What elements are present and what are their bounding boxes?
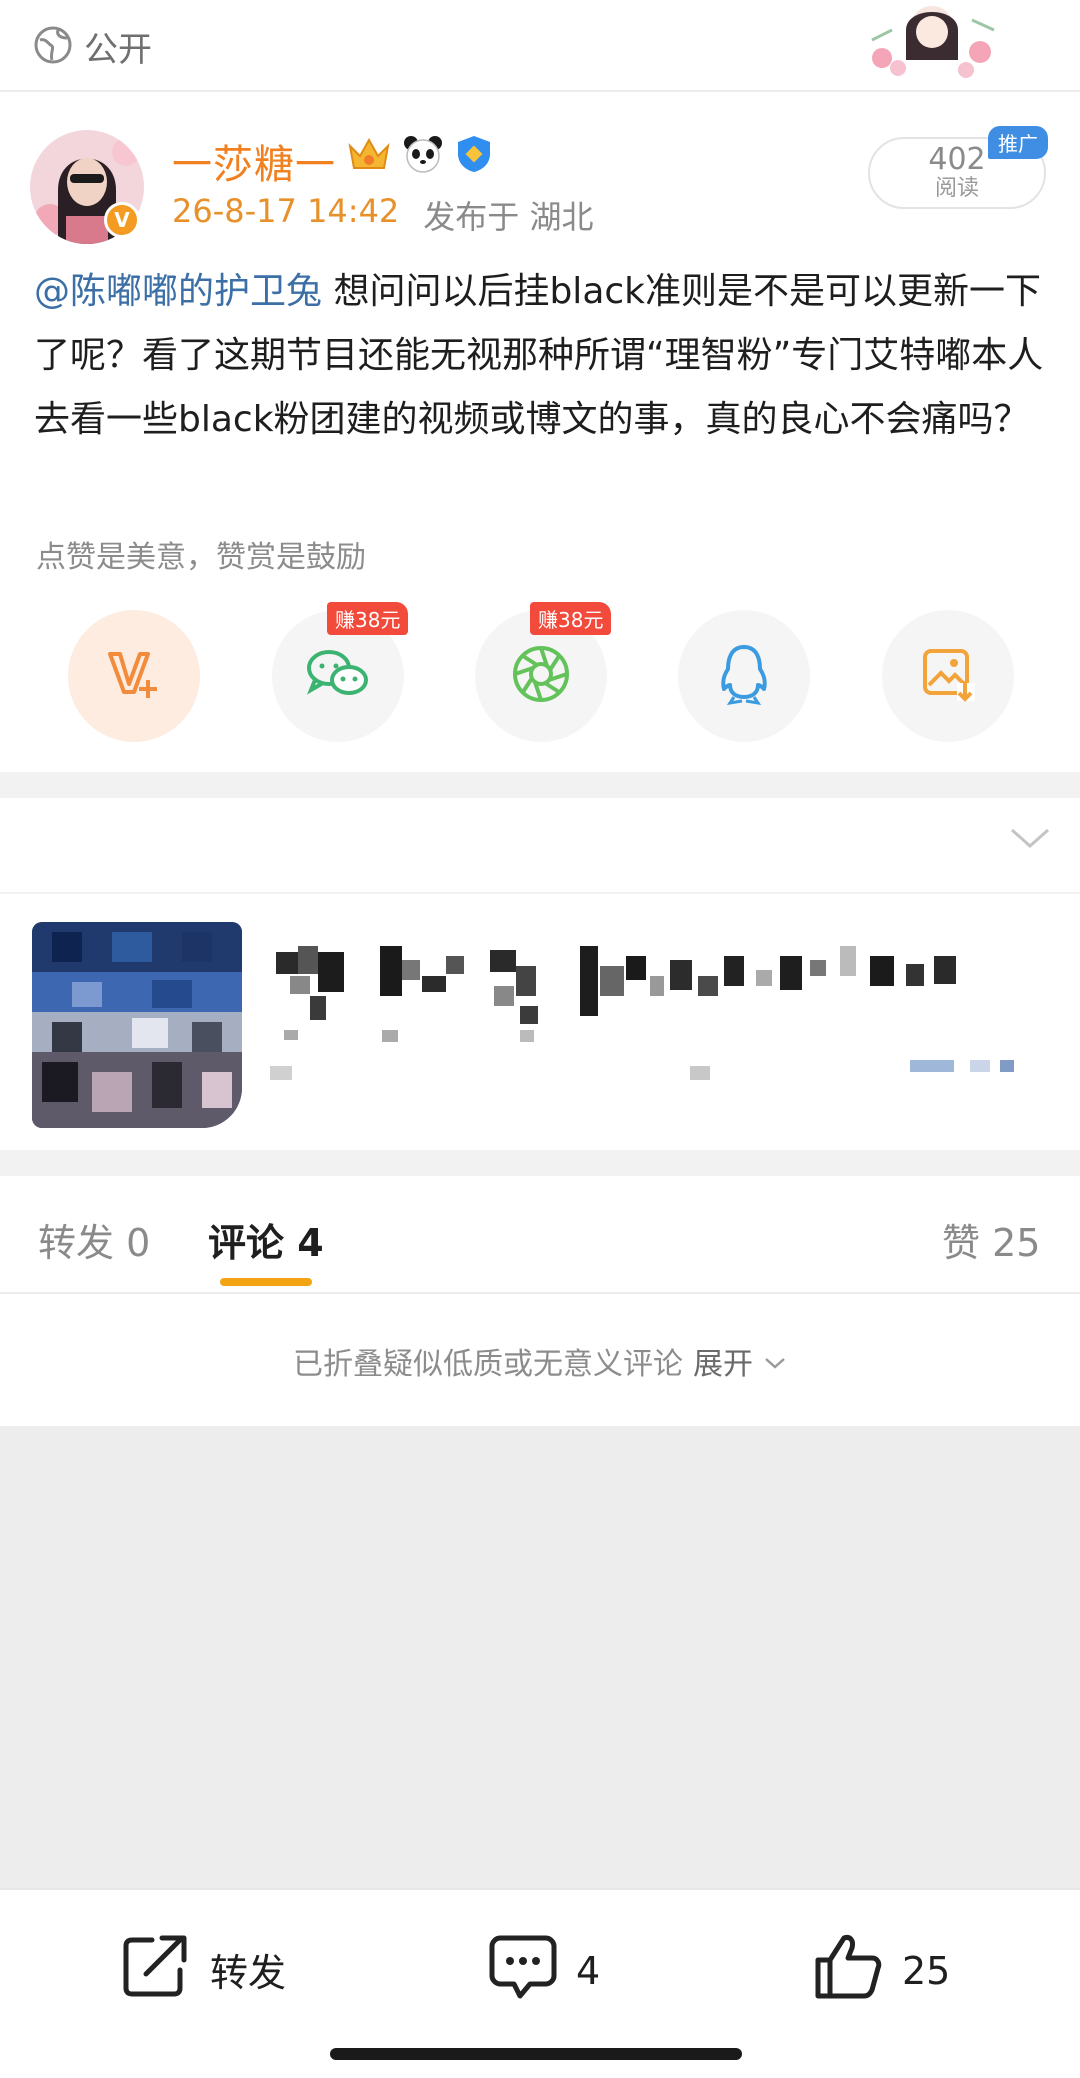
crown-icon[interactable] — [346, 134, 392, 178]
vip-plus-icon — [104, 646, 164, 706]
collapsed-card[interactable] — [0, 798, 1080, 894]
chevron-down-icon[interactable] — [1008, 824, 1052, 856]
share-wechat-button[interactable]: 赚38元 — [272, 602, 409, 742]
folded-comments-note[interactable]: 已折叠疑似低质或无意义评论 展开 — [0, 1296, 1080, 1426]
section-divider — [0, 772, 1080, 798]
tab-repost[interactable]: 转发 0 — [38, 1212, 150, 1267]
user-badges — [346, 134, 494, 178]
comment-button[interactable]: 4 — [488, 1932, 600, 2009]
thumbs-up-icon — [814, 1932, 884, 2009]
post-card: V 一莎糖一 26-8-17 14:42 发布于 湖北 402 阅读 推广 @陈… — [0, 92, 1080, 772]
share-row: 赚38元 赚38元 — [0, 602, 1080, 750]
active-tab-indicator — [220, 1278, 312, 1286]
post-body: @陈嘟嘟的护卫兔 想问问以后挂black准则是不是可以更新一下了呢？看了这期节目… — [34, 260, 1044, 452]
top-bar: 公开 — [0, 0, 1080, 92]
reward-tip: 点赞是美意，赞赏是鼓励 — [36, 540, 366, 575]
expand-link[interactable]: 展开 — [693, 1339, 753, 1383]
share-out-icon — [122, 1932, 192, 2007]
tab-like[interactable]: 赞 25 — [942, 1212, 1040, 1267]
image-download-icon — [919, 645, 977, 707]
qq-penguin-icon — [716, 643, 772, 709]
home-indicator[interactable] — [330, 2048, 742, 2060]
pixelated-title — [270, 946, 1060, 1086]
read-label: 阅读 — [934, 176, 979, 201]
comment-bubble-icon — [488, 1932, 558, 2009]
card-thumbnail — [32, 922, 242, 1128]
repost-label: 转发 — [210, 1951, 287, 1995]
linked-content-card[interactable] — [0, 896, 1080, 1150]
repost-button[interactable]: 转发 — [122, 1932, 286, 2007]
aperture-icon — [511, 644, 571, 708]
mention-link[interactable]: @陈嘟嘟的护卫兔 — [34, 271, 322, 312]
chevron-down-icon — [763, 1344, 787, 1379]
share-qq-button[interactable] — [678, 610, 810, 742]
interaction-tabs: 转发 0 评论 4 赞 25 — [0, 1176, 1080, 1294]
privacy-setting[interactable]: 公开 — [34, 22, 152, 71]
save-image-button[interactable] — [882, 610, 1014, 742]
folded-comments-text: 已折叠疑似低质或无意义评论 — [293, 1347, 683, 1382]
share-moments-button[interactable]: 赚38元 — [475, 602, 612, 742]
shield-badge-icon[interactable] — [454, 134, 494, 178]
privacy-label: 公开 — [84, 30, 152, 70]
promote-tag[interactable]: 推广 — [988, 126, 1048, 159]
share-vip-button[interactable] — [68, 610, 200, 742]
earn-tag: 赚38元 — [530, 602, 612, 635]
wechat-icon — [305, 646, 371, 706]
globe-icon — [34, 26, 72, 68]
tab-comment[interactable]: 评论 4 — [208, 1212, 324, 1267]
decoration-illustration — [862, 0, 1002, 80]
section-divider — [0, 1150, 1080, 1176]
comment-count: 4 — [576, 1948, 601, 1993]
verified-badge-icon: V — [104, 202, 140, 238]
earn-tag: 赚38元 — [327, 602, 409, 635]
like-count: 25 — [902, 1948, 951, 1993]
panda-icon[interactable] — [402, 134, 444, 178]
post-location: 发布于 湖北 — [423, 198, 594, 236]
post-time: 26-8-17 14:42 — [172, 192, 400, 230]
post-meta: 26-8-17 14:42 发布于 湖北 — [172, 192, 593, 238]
username[interactable]: 一莎糖一 — [172, 132, 336, 190]
bottom-action-bar: 转发 4 25 — [0, 1888, 1080, 2078]
empty-comment-area — [0, 1426, 1080, 1888]
like-button[interactable]: 25 — [814, 1932, 950, 2009]
